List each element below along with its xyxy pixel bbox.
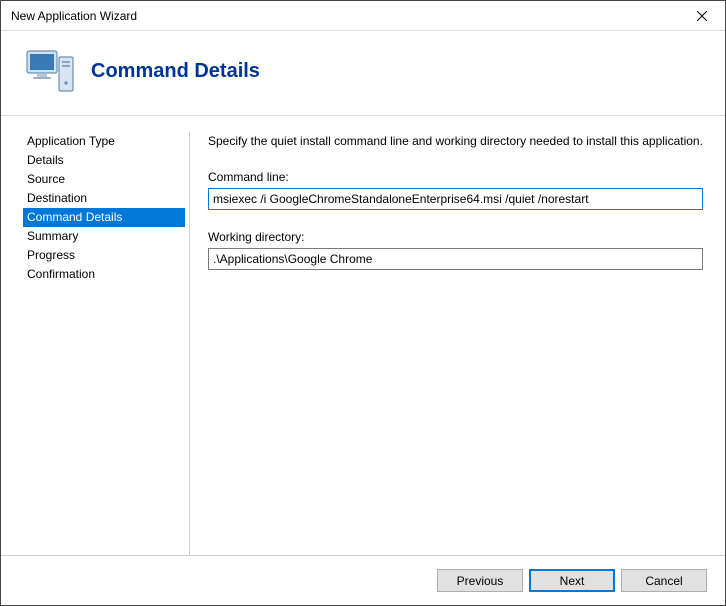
computer-icon [25,47,77,95]
sidebar-item-label: Command Details [27,210,122,224]
command-line-input[interactable] [208,188,703,210]
sidebar-item-label: Progress [27,248,75,262]
sidebar-item-progress[interactable]: Progress [23,246,185,265]
sidebar-item-summary[interactable]: Summary [23,227,185,246]
working-directory-label: Working directory: [208,230,703,244]
sidebar-item-application-type[interactable]: Application Type [23,132,185,151]
command-line-field-block: Command line: [208,170,703,210]
main-panel: Specify the quiet install command line a… [190,116,725,555]
sidebar-item-label: Source [27,172,65,186]
sidebar-item-confirmation[interactable]: Confirmation [23,265,185,284]
close-icon [697,11,707,21]
sidebar-item-label: Summary [27,229,78,243]
command-line-label: Command line: [208,170,703,184]
sidebar-item-label: Destination [27,191,87,205]
page-title: Command Details [91,60,260,83]
sidebar-item-label: Details [27,153,64,167]
sidebar-item-label: Application Type [27,134,115,148]
cancel-button[interactable]: Cancel [621,569,707,592]
previous-button[interactable]: Previous [437,569,523,592]
close-button[interactable] [679,1,725,31]
titlebar: New Application Wizard [1,1,725,31]
body: Application Type Details Source Destinat… [1,115,725,555]
window-title: New Application Wizard [11,9,137,23]
sidebar-item-destination[interactable]: Destination [23,189,185,208]
sidebar-item-command-details[interactable]: Command Details [23,208,185,227]
working-directory-input[interactable] [208,248,703,270]
header: Command Details [1,31,725,115]
sidebar-item-details[interactable]: Details [23,151,185,170]
working-directory-field-block: Working directory: [208,230,703,270]
wizard-steps-sidebar: Application Type Details Source Destinat… [1,116,189,555]
next-button[interactable]: Next [529,569,615,592]
wizard-window: New Application Wizard Command De [0,0,726,606]
sidebar-item-label: Confirmation [27,267,95,281]
sidebar-item-source[interactable]: Source [23,170,185,189]
footer: Previous Next Cancel [1,555,725,605]
instruction-text: Specify the quiet install command line a… [208,134,703,148]
